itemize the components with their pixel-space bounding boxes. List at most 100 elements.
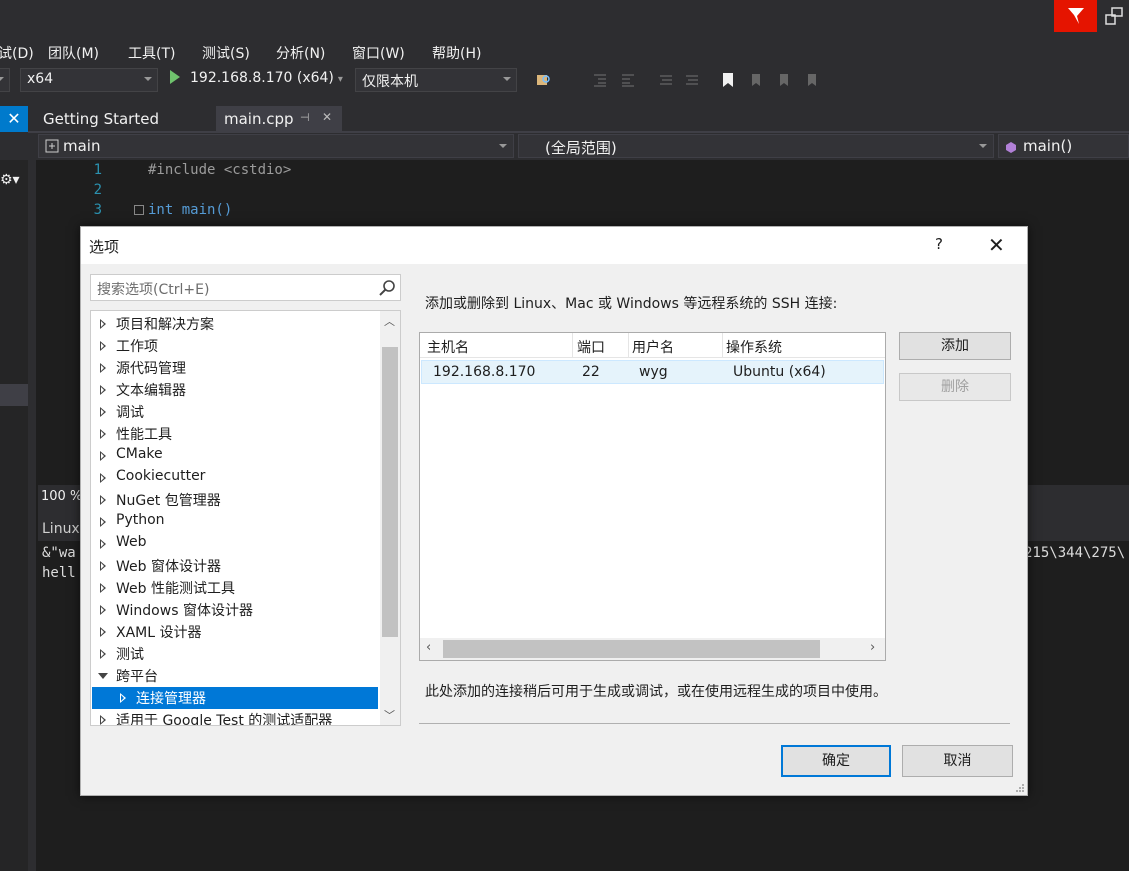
expand-icon[interactable] bbox=[100, 561, 106, 571]
project-combo[interactable]: main bbox=[38, 134, 514, 158]
close-icon[interactable]: ✕ bbox=[322, 110, 332, 124]
col-header-os[interactable]: 操作系统 bbox=[726, 337, 782, 357]
expand-icon[interactable] bbox=[100, 319, 106, 329]
expand-icon[interactable] bbox=[100, 429, 106, 439]
menu-debug[interactable]: 试(D) bbox=[0, 43, 34, 63]
scroll-down-icon[interactable]: ﹀ bbox=[384, 707, 395, 723]
tree-item[interactable]: Windows 窗体设计器 bbox=[91, 599, 379, 621]
menu-help[interactable]: 帮助(H) bbox=[432, 43, 481, 63]
expand-icon[interactable] bbox=[100, 407, 106, 417]
bookmark-icon[interactable] bbox=[720, 72, 736, 88]
column-divider[interactable] bbox=[572, 333, 573, 358]
tree-item[interactable]: 适用于 Google Test 的测试适配器 bbox=[91, 709, 379, 725]
zoom-level[interactable]: 100 % bbox=[41, 489, 82, 504]
scrollbar-thumb[interactable] bbox=[443, 640, 820, 658]
cancel-button[interactable]: 取消 bbox=[902, 745, 1013, 777]
connections-list[interactable]: 主机名 端口 用户名 操作系统 192.168.8.170 22 wyg Ubu… bbox=[419, 332, 886, 661]
outdent-icon[interactable] bbox=[620, 72, 636, 88]
menu-analyze[interactable]: 分析(N) bbox=[276, 43, 325, 63]
col-header-host[interactable]: 主机名 bbox=[427, 337, 469, 357]
collapse-icon[interactable] bbox=[98, 673, 108, 679]
tree-item[interactable]: Web 性能测试工具 bbox=[91, 577, 379, 599]
config-combo[interactable] bbox=[0, 68, 10, 92]
column-divider[interactable] bbox=[722, 333, 723, 358]
tab-getting-started[interactable]: Getting Started bbox=[35, 106, 167, 132]
scrollbar-thumb[interactable] bbox=[382, 347, 398, 637]
search-options-input[interactable]: 搜索选项(Ctrl+E) bbox=[90, 274, 401, 301]
feedback-button[interactable] bbox=[1054, 0, 1097, 32]
menu-team[interactable]: 团队(M) bbox=[48, 43, 99, 63]
expand-icon[interactable] bbox=[100, 583, 106, 593]
expand-icon[interactable] bbox=[100, 363, 106, 373]
machine-combo[interactable]: 仅限本机 bbox=[355, 68, 517, 92]
dialog-title-bar bbox=[81, 227, 1027, 264]
expand-icon[interactable] bbox=[100, 451, 106, 461]
tree-item[interactable]: 源代码管理 bbox=[91, 357, 379, 379]
close-icon[interactable]: ✕ bbox=[0, 106, 28, 132]
settings-dropdown-icon[interactable]: ⚙▾ bbox=[0, 172, 20, 188]
tree-item[interactable]: 工作项 bbox=[91, 335, 379, 357]
tab-main-cpp[interactable]: main.cpp ⊣ ✕ bbox=[216, 106, 342, 132]
tree-item[interactable]: NuGet 包管理器 bbox=[91, 489, 379, 511]
expand-icon[interactable] bbox=[120, 693, 126, 703]
expand-icon[interactable] bbox=[100, 517, 106, 527]
help-button[interactable]: ? bbox=[935, 235, 943, 253]
tree-item[interactable]: Web 窗体设计器 bbox=[91, 555, 379, 577]
col-header-user[interactable]: 用户名 bbox=[632, 337, 674, 357]
indent-icon[interactable] bbox=[592, 72, 608, 88]
resize-grip-icon[interactable] bbox=[1015, 783, 1025, 793]
expand-icon[interactable] bbox=[100, 539, 106, 549]
scope-combo[interactable]: (全局范围) bbox=[518, 134, 994, 158]
tree-item[interactable]: Web bbox=[91, 533, 379, 555]
tree-item[interactable]: 测试 bbox=[91, 643, 379, 665]
function-combo[interactable]: main() bbox=[998, 134, 1129, 158]
tree-item[interactable]: Python bbox=[91, 511, 379, 533]
expand-icon[interactable] bbox=[100, 495, 106, 505]
menu-tools[interactable]: 工具(T) bbox=[128, 43, 175, 63]
comment-icon[interactable] bbox=[658, 72, 674, 88]
close-button[interactable]: ✕ bbox=[988, 233, 1005, 257]
clear-bookmarks-icon[interactable] bbox=[804, 72, 820, 88]
expand-icon[interactable] bbox=[100, 715, 106, 725]
menu-window[interactable]: 窗口(W) bbox=[352, 43, 405, 63]
scroll-up-icon[interactable]: ︿ bbox=[384, 313, 395, 329]
share-icon[interactable] bbox=[1104, 6, 1124, 26]
tree-scrollbar[interactable]: ︿ ﹀ bbox=[380, 311, 400, 725]
scroll-right-icon[interactable]: › bbox=[870, 640, 875, 655]
tree-item[interactable]: 项目和解决方案 bbox=[91, 313, 379, 335]
uncomment-icon[interactable] bbox=[684, 72, 700, 88]
ok-button[interactable]: 确定 bbox=[781, 745, 891, 777]
tree-item-connection-manager[interactable]: 连接管理器 bbox=[92, 687, 378, 709]
expand-icon[interactable] bbox=[100, 627, 106, 637]
tree-item[interactable]: Cookiecutter bbox=[91, 467, 379, 489]
expand-icon[interactable] bbox=[100, 473, 106, 483]
tree-item[interactable]: 调试 bbox=[91, 401, 379, 423]
scroll-left-icon[interactable]: ‹ bbox=[426, 640, 431, 655]
add-button[interactable]: 添加 bbox=[899, 332, 1011, 360]
tree-item[interactable]: 文本编辑器 bbox=[91, 379, 379, 401]
search-icon[interactable] bbox=[378, 279, 396, 297]
pin-icon[interactable]: ⊣ bbox=[300, 111, 310, 124]
expand-icon[interactable] bbox=[100, 605, 106, 615]
tree-item[interactable]: 性能工具 bbox=[91, 423, 379, 445]
remove-button[interactable]: 删除 bbox=[899, 373, 1011, 401]
tree-item[interactable]: CMake bbox=[91, 445, 379, 467]
selected-strip-item[interactable] bbox=[0, 384, 28, 406]
tree-item[interactable]: XAML 设计器 bbox=[91, 621, 379, 643]
menu-test[interactable]: 测试(S) bbox=[202, 43, 250, 63]
col-header-port[interactable]: 端口 bbox=[577, 337, 605, 357]
run-remote-button[interactable]: 192.168.8.170 (x64) ▾ bbox=[170, 70, 343, 92]
tree-item[interactable]: 跨平台 bbox=[91, 665, 379, 687]
expand-icon[interactable] bbox=[100, 385, 106, 395]
expand-icon[interactable] bbox=[100, 649, 106, 659]
find-in-files-icon[interactable] bbox=[536, 72, 552, 88]
table-row[interactable]: 192.168.8.170 22 wyg Ubuntu (x64) bbox=[421, 360, 884, 384]
expand-icon[interactable] bbox=[100, 341, 106, 351]
prev-bookmark-icon[interactable] bbox=[748, 72, 764, 88]
column-divider[interactable] bbox=[628, 333, 629, 358]
options-tree[interactable]: 项目和解决方案 工作项 源代码管理 文本编辑器 调试 性能工具 CMake Co… bbox=[90, 310, 401, 726]
next-bookmark-icon[interactable] bbox=[776, 72, 792, 88]
collapse-icon[interactable] bbox=[134, 205, 144, 215]
platform-combo[interactable]: x64 bbox=[20, 68, 158, 92]
list-hscrollbar[interactable]: ‹ › bbox=[420, 638, 885, 660]
